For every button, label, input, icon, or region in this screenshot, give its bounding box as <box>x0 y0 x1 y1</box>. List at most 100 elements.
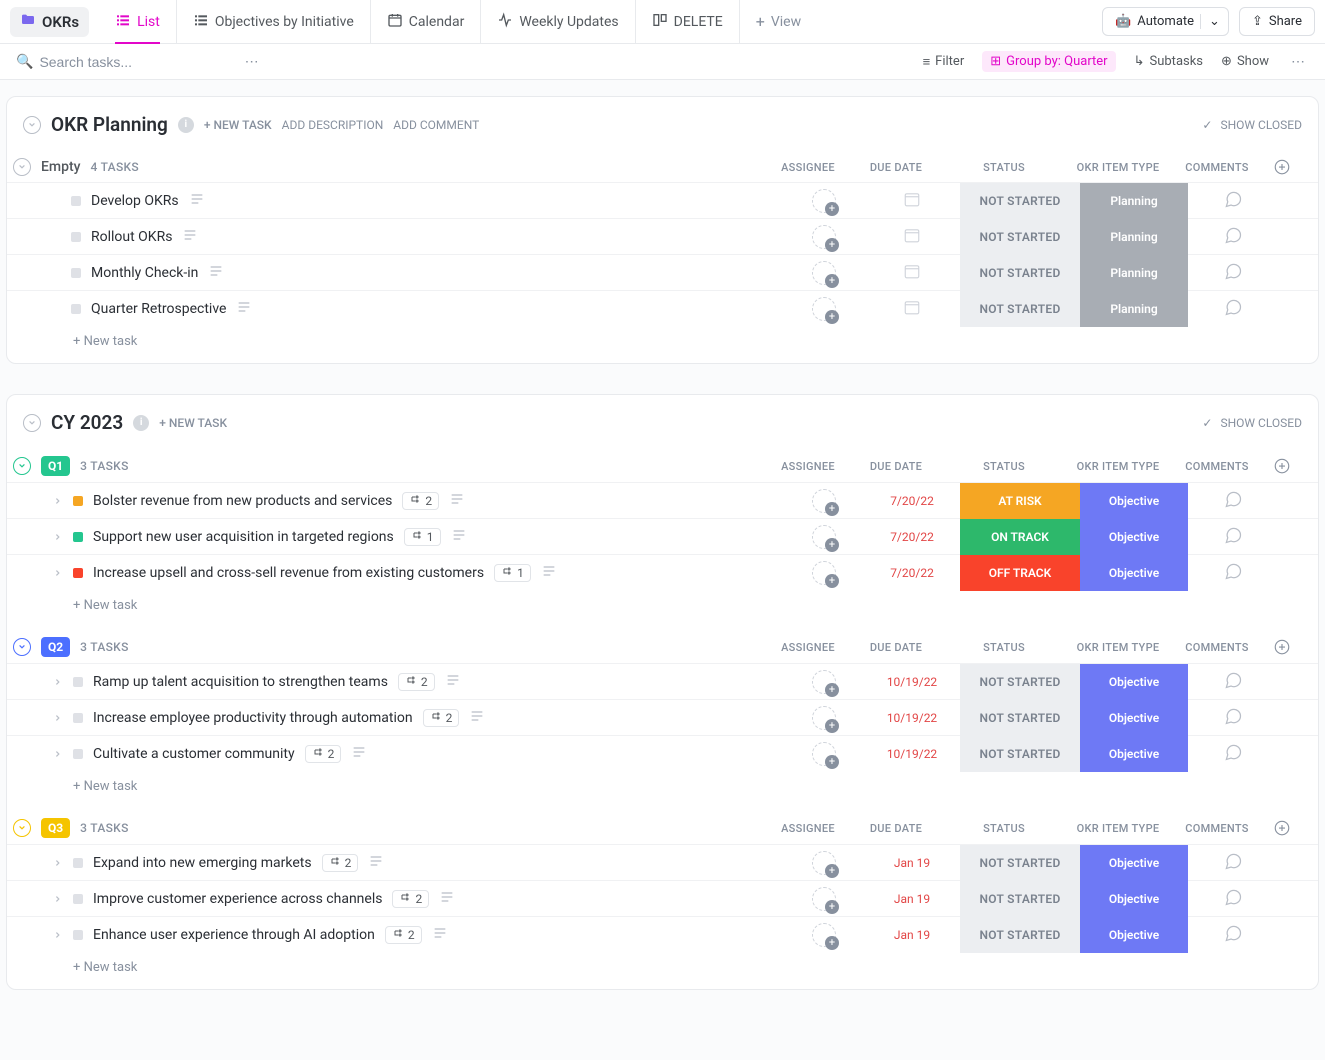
task-row[interactable]: Develop OKRs NOT STARTED Planning <box>7 182 1318 218</box>
assignee-cell[interactable] <box>784 736 864 772</box>
type-cell[interactable]: Objective <box>1080 845 1188 881</box>
due-date-cell[interactable] <box>864 291 960 327</box>
comments-cell[interactable] <box>1188 255 1278 291</box>
new-task-inline[interactable]: + New task <box>7 590 1318 621</box>
more-icon[interactable]: ⋯ <box>241 50 263 74</box>
description-icon[interactable] <box>439 889 455 909</box>
task-name[interactable]: Develop OKRs <box>91 193 179 209</box>
col-status[interactable]: STATUS <box>944 822 1064 835</box>
task-row[interactable]: Enhance user experience through AI adopt… <box>7 916 1318 952</box>
col-assignee[interactable]: ASSIGNEE <box>768 641 848 654</box>
expand-caret-icon[interactable] <box>53 569 63 577</box>
task-row[interactable]: Rollout OKRs NOT STARTED Planning <box>7 218 1318 254</box>
col-due[interactable]: DUE DATE <box>848 460 944 473</box>
new-task-link[interactable]: + NEW TASK <box>159 416 227 430</box>
add-view[interactable]: + View <box>740 12 817 31</box>
subtask-count[interactable]: 2 <box>392 890 429 908</box>
task-row[interactable]: Cultivate a customer community 2 10/19/2… <box>7 735 1318 771</box>
col-comments[interactable]: COMMENTS <box>1172 161 1262 174</box>
tab-calendar[interactable]: Calendar <box>371 0 482 44</box>
type-cell[interactable]: Objective <box>1080 700 1188 736</box>
add-column-button[interactable] <box>1262 457 1302 475</box>
assignee-placeholder-icon[interactable] <box>812 189 836 213</box>
add-comment-link[interactable]: ADD COMMENT <box>393 118 479 132</box>
type-cell[interactable]: Planning <box>1080 255 1188 291</box>
add-column-button[interactable] <box>1262 638 1302 656</box>
info-icon[interactable]: i <box>133 415 149 431</box>
tab-weekly-updates[interactable]: Weekly Updates <box>481 0 635 44</box>
assignee-cell[interactable] <box>784 255 864 291</box>
task-name[interactable]: Increase upsell and cross-sell revenue f… <box>93 565 484 581</box>
col-comments[interactable]: COMMENTS <box>1172 822 1262 835</box>
comments-cell[interactable] <box>1188 736 1278 772</box>
description-icon[interactable] <box>182 227 198 247</box>
status-square-icon[interactable] <box>71 232 81 242</box>
task-row[interactable]: Improve customer experience across chann… <box>7 880 1318 916</box>
assignee-cell[interactable] <box>784 845 864 881</box>
show-closed-button[interactable]: ✓SHOW CLOSED <box>1202 416 1302 430</box>
description-icon[interactable] <box>451 527 467 547</box>
status-cell[interactable]: OFF TRACK <box>960 555 1080 591</box>
due-date-cell[interactable] <box>864 255 960 291</box>
add-column-button[interactable] <box>1262 819 1302 837</box>
due-date-cell[interactable]: 7/20/22 <box>864 555 960 591</box>
add-description-link[interactable]: ADD DESCRIPTION <box>282 118 384 132</box>
col-type[interactable]: OKR ITEM TYPE <box>1064 822 1172 835</box>
status-square-icon[interactable] <box>73 568 83 578</box>
add-column-button[interactable] <box>1262 158 1302 176</box>
tab-list[interactable]: List <box>99 0 177 44</box>
new-task-inline[interactable]: + New task <box>7 952 1318 983</box>
col-status[interactable]: STATUS <box>944 161 1064 174</box>
col-assignee[interactable]: ASSIGNEE <box>768 822 848 835</box>
task-row[interactable]: Increase upsell and cross-sell revenue f… <box>7 554 1318 590</box>
task-name[interactable]: Improve customer experience across chann… <box>93 891 382 907</box>
type-cell[interactable]: Objective <box>1080 483 1188 519</box>
new-task-link[interactable]: + NEW TASK <box>204 118 272 132</box>
subtasks-button[interactable]: ↳Subtasks <box>1134 54 1203 69</box>
assignee-cell[interactable] <box>784 664 864 700</box>
expand-caret-icon[interactable] <box>53 931 63 939</box>
description-icon[interactable] <box>445 672 461 692</box>
group-badge[interactable]: Q1 <box>41 456 70 476</box>
assignee-placeholder-icon[interactable] <box>812 670 836 694</box>
col-status[interactable]: STATUS <box>944 641 1064 654</box>
tab-delete[interactable]: DELETE <box>636 0 740 44</box>
share-button[interactable]: ⇪ Share <box>1239 7 1315 36</box>
col-assignee[interactable]: ASSIGNEE <box>768 460 848 473</box>
assignee-placeholder-icon[interactable] <box>812 887 836 911</box>
status-square-icon[interactable] <box>71 268 81 278</box>
due-date-cell[interactable] <box>864 183 960 219</box>
assignee-cell[interactable] <box>784 483 864 519</box>
col-due[interactable]: DUE DATE <box>848 641 944 654</box>
tab-objectives-by-initiative[interactable]: Objectives by Initiative <box>177 0 371 44</box>
filter-button[interactable]: ≡Filter <box>923 54 965 70</box>
status-cell[interactable]: NOT STARTED <box>960 255 1080 291</box>
show-closed-button[interactable]: ✓SHOW CLOSED <box>1202 118 1302 132</box>
comments-cell[interactable] <box>1188 483 1278 519</box>
group-badge[interactable]: Q2 <box>41 637 70 657</box>
status-square-icon[interactable] <box>73 496 83 506</box>
assignee-placeholder-icon[interactable] <box>812 923 836 947</box>
col-type[interactable]: OKR ITEM TYPE <box>1064 460 1172 473</box>
assignee-placeholder-icon[interactable] <box>812 561 836 585</box>
task-name[interactable]: Rollout OKRs <box>91 229 172 245</box>
due-date-cell[interactable]: 7/20/22 <box>864 519 960 555</box>
subtask-count[interactable]: 2 <box>322 854 359 872</box>
expand-caret-icon[interactable] <box>53 895 63 903</box>
status-cell[interactable]: NOT STARTED <box>960 291 1080 327</box>
comments-cell[interactable] <box>1188 519 1278 555</box>
assignee-placeholder-icon[interactable] <box>812 706 836 730</box>
col-comments[interactable]: COMMENTS <box>1172 460 1262 473</box>
type-cell[interactable]: Planning <box>1080 183 1188 219</box>
group-collapse-icon[interactable] <box>13 819 31 837</box>
assignee-placeholder-icon[interactable] <box>812 851 836 875</box>
assignee-cell[interactable] <box>784 219 864 255</box>
task-row[interactable]: Bolster revenue from new products and se… <box>7 482 1318 518</box>
group-badge[interactable]: Q3 <box>41 818 70 838</box>
col-due[interactable]: DUE DATE <box>848 822 944 835</box>
subtask-count[interactable]: 2 <box>305 745 342 763</box>
due-date-cell[interactable]: Jan 19 <box>864 881 960 917</box>
col-type[interactable]: OKR ITEM TYPE <box>1064 161 1172 174</box>
task-name[interactable]: Quarter Retrospective <box>91 301 226 317</box>
section-title[interactable]: CY 2023 <box>51 411 123 434</box>
